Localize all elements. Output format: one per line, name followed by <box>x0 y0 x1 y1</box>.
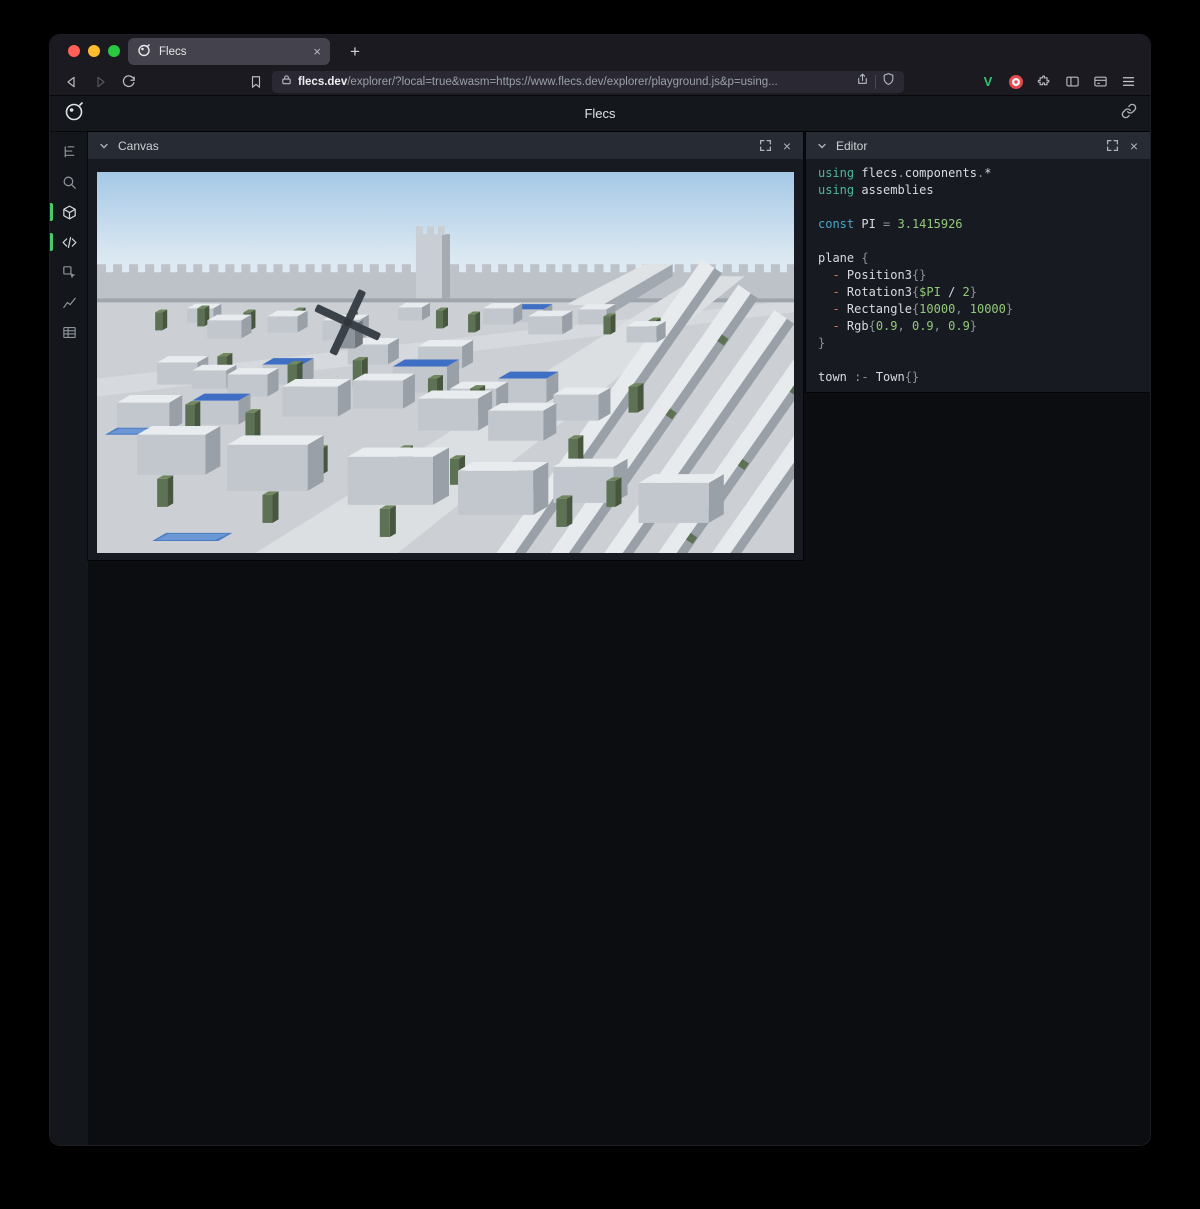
sidebar-toggle-icon[interactable] <box>1060 70 1084 94</box>
back-button[interactable] <box>60 70 84 94</box>
favicon-flecs-icon <box>137 43 151 60</box>
lock-icon <box>281 73 292 91</box>
share-link-icon[interactable] <box>1121 103 1137 124</box>
extension-v-icon[interactable]: V <box>976 70 1000 94</box>
close-window-button[interactable] <box>68 45 80 57</box>
sidebar-item-search[interactable] <box>56 169 82 195</box>
sidebar-item-data-table[interactable] <box>56 319 82 345</box>
extensions-puzzle-icon[interactable] <box>1032 70 1056 94</box>
browser-window: Flecs × + flecs.dev/ <box>50 35 1150 1145</box>
screenshot-stage: Flecs × + flecs.dev/ <box>0 0 1200 1209</box>
chevron-down-icon[interactable] <box>814 138 830 154</box>
tab-collections-icon[interactable] <box>1088 70 1112 94</box>
minimize-window-button[interactable] <box>88 45 100 57</box>
shield-icon[interactable] <box>882 72 895 91</box>
url-text: flecs.dev/explorer/?local=true&wasm=http… <box>298 76 850 88</box>
canvas-panel: Canvas × <box>88 132 803 560</box>
bookmark-icon[interactable] <box>244 70 268 94</box>
editor-panel-title: Editor <box>836 139 867 153</box>
app-header: Flecs <box>50 96 1150 132</box>
sidebar-item-stats-chart[interactable] <box>56 289 82 315</box>
window-controls <box>68 45 120 57</box>
url-path: /explorer/?local=true&wasm=https://www.f… <box>347 76 778 88</box>
browser-tab[interactable]: Flecs × <box>128 38 330 65</box>
sidebar-item-scene-cube[interactable] <box>56 199 82 225</box>
expand-panel-icon[interactable] <box>757 138 773 154</box>
sidebar-item-entity-tree[interactable] <box>56 139 82 165</box>
tab-strip: Flecs × + <box>50 35 1150 68</box>
close-panel-icon[interactable]: × <box>779 138 795 154</box>
chevron-down-icon[interactable] <box>96 138 112 154</box>
left-icon-bar <box>50 132 88 1145</box>
zoom-window-button[interactable] <box>108 45 120 57</box>
canvas-panel-title: Canvas <box>118 139 159 153</box>
canvas-3d-scene[interactable] <box>97 172 794 553</box>
extension-red-icon[interactable] <box>1004 70 1028 94</box>
main-content: Canvas × <box>50 132 1150 1145</box>
url-domain: flecs.dev <box>298 76 347 88</box>
tab-close-icon[interactable]: × <box>313 45 321 58</box>
editor-panel-header[interactable]: Editor × <box>806 132 1150 159</box>
page-title: Flecs <box>50 106 1150 121</box>
canvas-panel-body <box>88 159 803 562</box>
new-tab-button[interactable]: + <box>343 40 367 64</box>
navigation-bar: flecs.dev/explorer/?local=true&wasm=http… <box>50 68 1150 96</box>
tab-title: Flecs <box>159 46 305 58</box>
sidebar-item-inspector[interactable] <box>56 259 82 285</box>
sidebar-item-code-editor[interactable] <box>56 229 82 255</box>
close-panel-icon[interactable]: × <box>1126 138 1142 154</box>
canvas-panel-header[interactable]: Canvas × <box>88 132 803 159</box>
app-menu-icon[interactable] <box>1116 70 1140 94</box>
expand-panel-icon[interactable] <box>1104 138 1120 154</box>
editor-code[interactable]: using flecs.components.*using assemblies… <box>806 159 1150 386</box>
flecs-logo-icon[interactable] <box>63 100 85 127</box>
url-bar-divider <box>875 75 876 89</box>
share-icon[interactable] <box>856 72 869 91</box>
forward-button[interactable] <box>88 70 112 94</box>
url-bar[interactable]: flecs.dev/explorer/?local=true&wasm=http… <box>272 71 904 93</box>
reload-button[interactable] <box>116 70 140 94</box>
editor-panel: Editor × using flecs.components.*using a… <box>806 132 1150 392</box>
